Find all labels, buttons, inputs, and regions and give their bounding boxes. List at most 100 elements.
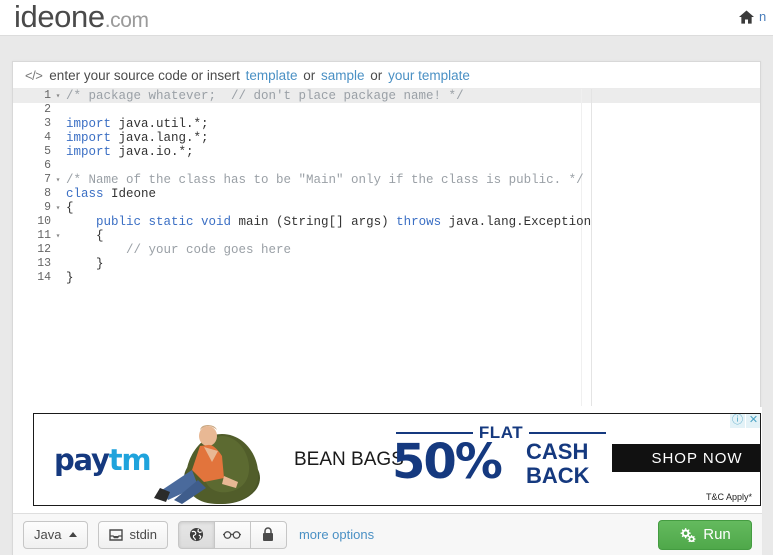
source-code-editor[interactable]: 1 ▾/* package whatever; // don't place pa… xyxy=(13,89,760,406)
code-token: { xyxy=(66,229,104,243)
visibility-button-group xyxy=(177,520,287,549)
code-line-text: import java.util.*; xyxy=(63,117,760,131)
code-token: /* package whatever; // don't place pack… xyxy=(66,89,464,103)
ad-right-panel: FLAT 50% CASH BACK SHOP NOW T&C Apply* xyxy=(390,414,760,505)
run-button[interactable]: Run xyxy=(658,519,752,550)
stdin-button[interactable]: stdin xyxy=(98,520,168,549)
code-line[interactable]: 1 ▾/* package whatever; // don't place pa… xyxy=(13,89,760,103)
code-token: import xyxy=(66,117,112,131)
header-nav-label[interactable]: n xyxy=(759,9,766,24)
globe-icon xyxy=(189,527,204,542)
fold-toggle-icon[interactable]: ▾ xyxy=(53,229,63,243)
code-line[interactable]: 2 xyxy=(13,103,760,117)
code-line-text xyxy=(63,159,760,173)
advertisement-banner[interactable]: ⓘ ✕ paytm BEAN BAGS FLAT 50% CASH BACK S… xyxy=(33,413,761,506)
visibility-secret-button[interactable] xyxy=(213,520,251,549)
line-number: 10 xyxy=(37,215,51,228)
code-token: public static void xyxy=(96,215,232,229)
code-token: // your code goes here xyxy=(66,243,292,257)
ad-close-icon[interactable]: ✕ xyxy=(746,414,760,428)
site-logo[interactable]: ideone.com xyxy=(14,0,149,39)
hint-text-or-2: or xyxy=(370,67,383,83)
code-token: java.lang.Exception xyxy=(441,215,592,229)
code-line[interactable]: 3 import java.util.*; xyxy=(13,117,760,131)
ad-back-word: BACK xyxy=(526,463,590,488)
code-lines-container: 1 ▾/* package whatever; // don't place pa… xyxy=(13,89,760,285)
code-token: java.io.*; xyxy=(111,145,194,159)
language-selector-label: Java xyxy=(34,527,62,542)
code-line-text: /* Name of the class has to be "Main" on… xyxy=(63,173,760,187)
ad-info-icon[interactable]: ⓘ xyxy=(730,414,745,428)
run-button-label: Run xyxy=(703,526,731,543)
ad-cashback-label: CASH BACK xyxy=(526,440,590,488)
language-selector[interactable]: Java xyxy=(23,520,89,549)
code-line-text: public static void main (String[] args) … xyxy=(63,215,760,229)
code-tag-icon: </> xyxy=(25,67,43,83)
fold-toggle-icon[interactable]: ▾ xyxy=(53,173,63,187)
code-line[interactable]: 14} xyxy=(13,271,760,285)
code-token: import xyxy=(66,145,112,159)
line-number: 11 xyxy=(37,229,51,242)
ad-headline: BEAN BAGS xyxy=(294,448,404,470)
visibility-private-button[interactable] xyxy=(249,520,287,549)
code-line[interactable]: 11 ▾ { xyxy=(13,229,760,243)
stdin-button-label: stdin xyxy=(129,527,157,542)
lock-icon xyxy=(262,527,274,542)
paytm-logo: paytm xyxy=(54,442,152,477)
code-token: java.lang.*; xyxy=(111,131,209,145)
fold-toggle-icon[interactable]: ▾ xyxy=(53,201,63,215)
home-icon[interactable] xyxy=(739,9,754,24)
code-line[interactable]: 10 public static void main (String[] arg… xyxy=(13,215,760,229)
code-line[interactable]: 7 ▾/* Name of the class has to be "Main" … xyxy=(13,173,760,187)
inbox-icon xyxy=(109,528,124,541)
code-line-text: { xyxy=(63,201,760,215)
visibility-public-button[interactable] xyxy=(177,520,215,549)
code-line-text: { xyxy=(63,229,760,243)
code-token: java.util.*; xyxy=(111,117,209,131)
header-inner: ideone.com n xyxy=(0,0,773,35)
line-number: 6 xyxy=(44,159,51,172)
editor-card: </> enter your source code or insert tem… xyxy=(12,61,762,555)
code-line-text: // your code goes here xyxy=(63,243,760,257)
editor-hint-bar: </> enter your source code or insert tem… xyxy=(13,62,760,89)
code-line[interactable]: 5 import java.io.*; xyxy=(13,145,760,159)
code-token: } xyxy=(66,257,104,271)
code-token: import xyxy=(66,131,112,145)
code-line[interactable]: 4 import java.lang.*; xyxy=(13,131,760,145)
header-nav: n xyxy=(739,9,773,24)
code-line-text: } xyxy=(63,271,760,285)
code-line[interactable]: 12 // your code goes here xyxy=(13,243,760,257)
gears-icon xyxy=(679,527,696,542)
fold-toggle-icon[interactable]: ▾ xyxy=(53,89,63,103)
insert-your-template-link[interactable]: your template xyxy=(388,68,470,83)
logo-text-main: ideone xyxy=(14,0,105,34)
editor-toolbar: Java stdin more options Run xyxy=(13,513,762,555)
line-number: 12 xyxy=(37,243,51,256)
code-line-text: class Ideone xyxy=(63,187,760,201)
code-token: throws xyxy=(396,215,442,229)
site-header: ideone.com n xyxy=(0,0,773,36)
insert-sample-link[interactable]: sample xyxy=(321,68,365,83)
code-line[interactable]: 8 class Ideone xyxy=(13,187,760,201)
ad-shop-now-button[interactable]: SHOP NOW xyxy=(612,444,760,472)
code-line[interactable]: 6 xyxy=(13,159,760,173)
ad-left-panel: paytm BEAN BAGS xyxy=(34,414,404,505)
insert-template-link[interactable]: template xyxy=(246,68,298,83)
code-token: main (String[] args) xyxy=(231,215,397,229)
code-line[interactable]: 9 ▾{ xyxy=(13,201,760,215)
more-options-link[interactable]: more options xyxy=(299,527,374,542)
paytm-logo-pay: pay xyxy=(54,442,110,477)
line-number: 8 xyxy=(44,187,51,200)
logo-text-com: com xyxy=(110,9,149,32)
hint-text-prefix: enter your source code or insert xyxy=(49,67,240,83)
code-token: { xyxy=(66,201,74,215)
line-number: 5 xyxy=(44,145,51,158)
code-line[interactable]: 13 } xyxy=(13,257,760,271)
line-number: 9 xyxy=(44,201,51,214)
